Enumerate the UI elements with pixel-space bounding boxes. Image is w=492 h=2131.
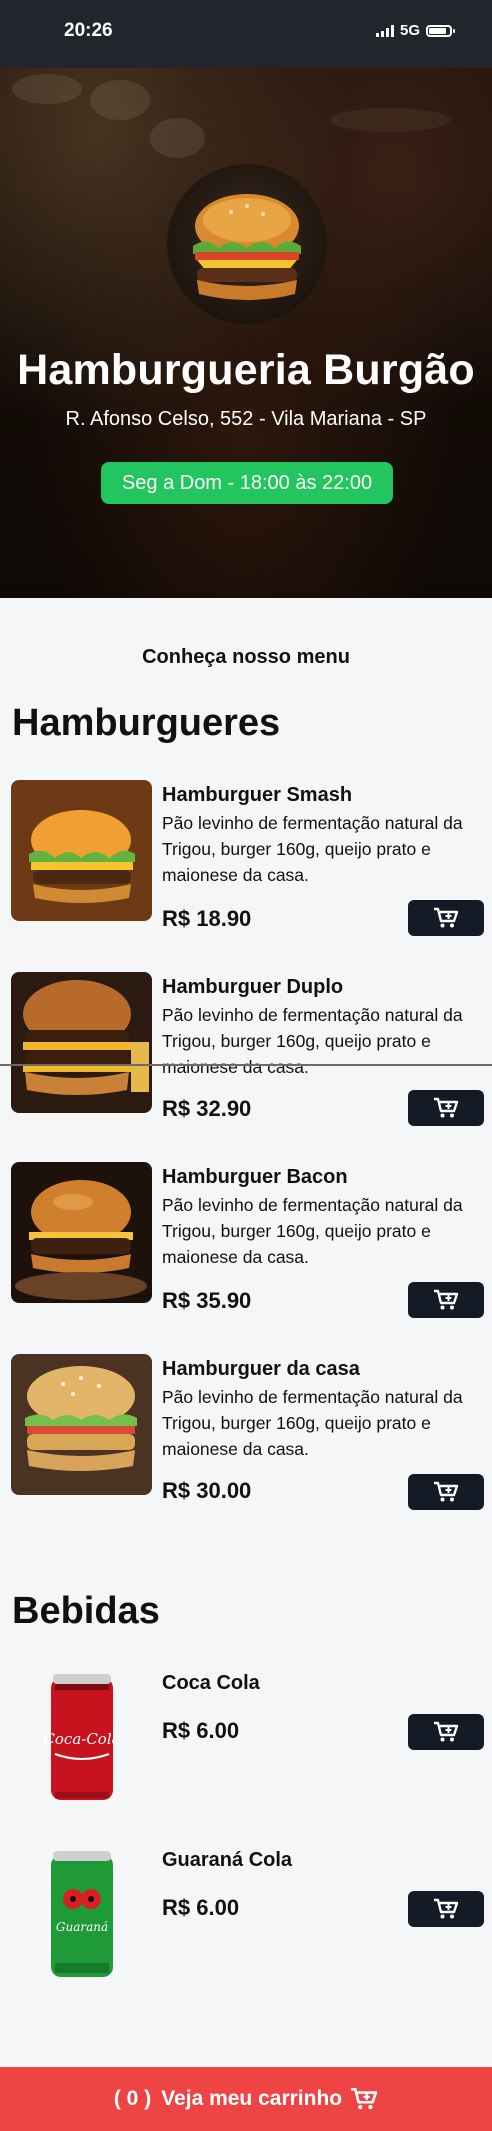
cart-plus-icon [434, 1898, 459, 1919]
restaurant-name: Hamburgueria Burgão [17, 346, 475, 394]
item-price: R$ 32.90 [162, 1096, 252, 1121]
menu-item: Hamburguer Duplo Pão levinho de fermenta… [0, 972, 492, 1132]
can-brand-text: Guaraná [56, 1920, 108, 1934]
menu-item: Guaraná Guaraná Cola R$ 6.00 [0, 1845, 492, 1995]
item-name: Hamburguer da casa [162, 1358, 360, 1380]
item-description: Pão levinho de fermentação natural da Tr… [162, 1387, 463, 1459]
item-name: Hamburguer Duplo [162, 976, 344, 998]
cart-count: ( 0 ) [113, 2087, 152, 2110]
cart-plus-icon [434, 1481, 459, 1502]
drink-image: Guaraná [11, 1845, 152, 1986]
add-to-cart-button[interactable] [408, 1282, 484, 1318]
signal-icon [375, 24, 394, 37]
battery-icon [426, 24, 455, 37]
add-to-cart-button[interactable] [408, 1090, 484, 1126]
item-name: Coca Cola [162, 1672, 260, 1694]
item-price: R$ 30.00 [162, 1478, 252, 1503]
item-name: Hamburguer Smash [162, 784, 353, 806]
cart-plus-icon [434, 907, 459, 928]
section-title-drinks: Bebidas [12, 1590, 160, 1632]
burger-image [11, 1162, 152, 1303]
menu-item: Hamburguer Bacon Pão levinho de fermenta… [0, 1162, 492, 1322]
view-cart-button[interactable]: ( 0 ) Veja meu carrinho [0, 2067, 492, 2131]
menu-item: Hamburguer Smash Pão levinho de fermenta… [0, 780, 492, 940]
view-cart-label: Veja meu carrinho [161, 2087, 343, 2110]
opening-hours-badge: Seg a Dom - 18:00 às 22:00 [101, 462, 393, 504]
can-brand-text: Coca-Cola [43, 1730, 120, 1748]
network-label: 5G [399, 22, 420, 39]
hero-banner: Hamburgueria Burgão R. Afonso Celso, 552… [0, 68, 492, 598]
item-description: Pão levinho de fermentação natural da Tr… [162, 1005, 463, 1077]
item-description: Pão levinho de fermentação natural da Tr… [162, 813, 463, 885]
cart-plus-icon [351, 2088, 378, 2110]
status-bar: 20:26 5G [0, 0, 492, 68]
add-to-cart-button[interactable] [408, 1891, 484, 1927]
overlay-divider-line [0, 1064, 492, 1066]
status-icons: 5G [375, 22, 455, 39]
add-to-cart-button[interactable] [408, 1714, 484, 1750]
burger-image [11, 1354, 152, 1495]
menu-item: Hamburguer da casa Pão levinho de fermen… [0, 1354, 492, 1514]
burger-image [11, 780, 152, 921]
menu-intro: Conheça nosso menu [142, 646, 350, 668]
item-price: R$ 6.00 [162, 1718, 240, 1743]
restaurant-logo [167, 164, 327, 324]
cart-plus-icon [434, 1721, 459, 1742]
burger-image [11, 972, 152, 1113]
drink-image: Coca-Cola [11, 1668, 152, 1809]
item-name: Guaraná Cola [162, 1849, 293, 1871]
item-name: Hamburguer Bacon [162, 1166, 348, 1188]
item-price: R$ 35.90 [162, 1288, 252, 1313]
status-time: 20:26 [64, 20, 113, 41]
item-description: Pão levinho de fermentação natural da Tr… [162, 1195, 463, 1267]
restaurant-address: R. Afonso Celso, 552 - Vila Mariana - SP [65, 408, 427, 430]
add-to-cart-button[interactable] [408, 1474, 484, 1510]
cart-plus-icon [434, 1097, 459, 1118]
cart-plus-icon [434, 1289, 459, 1310]
section-title-burgers: Hamburgueres [12, 702, 281, 744]
item-price: R$ 6.00 [162, 1895, 240, 1920]
menu-item: Coca-Cola Coca Cola R$ 6.00 [0, 1668, 492, 1818]
burger-logo-image [193, 194, 301, 300]
add-to-cart-button[interactable] [408, 900, 484, 936]
item-price: R$ 18.90 [162, 906, 252, 931]
